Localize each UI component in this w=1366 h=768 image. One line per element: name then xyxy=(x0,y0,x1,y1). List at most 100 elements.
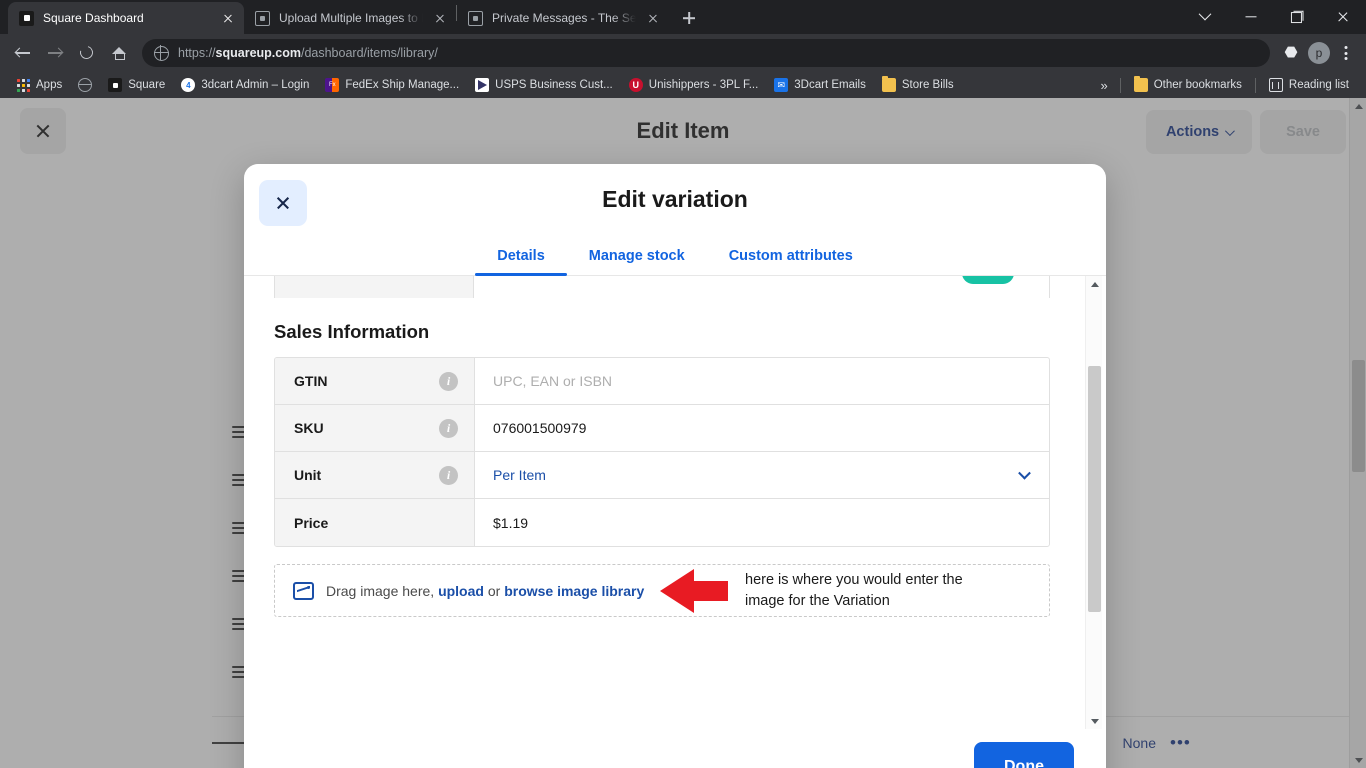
edit-variation-modal: Edit variation Details Manage stock Cust… xyxy=(244,164,1106,768)
field-label-cell: GTIN i xyxy=(275,358,475,404)
dropzone-text: Drag image here, upload or browse image … xyxy=(326,583,644,599)
partial-row-label-cell xyxy=(274,276,474,298)
address-bar[interactable]: https://squareup.com/dashboard/items/lib… xyxy=(142,39,1270,67)
square-favicon xyxy=(19,10,34,26)
field-label-cell: Unit i xyxy=(275,452,475,498)
reading-list-icon xyxy=(1268,78,1283,92)
forward-arrow-icon[interactable] xyxy=(40,38,70,68)
field-row-sku: SKU i 076001500979 xyxy=(275,405,1049,452)
bookmark-3dcart-admin[interactable]: 4 3dcart Admin – Login xyxy=(173,74,317,96)
puzzle-icon[interactable] xyxy=(1278,40,1304,66)
info-icon[interactable]: i xyxy=(439,371,458,391)
red-left-arrow-icon xyxy=(660,568,728,613)
url-scheme: https:// xyxy=(178,46,216,60)
browser-tab-3[interactable]: Private Messages - The Seller Co xyxy=(457,2,669,34)
partial-row-above xyxy=(274,276,1050,298)
tab-close-icon[interactable] xyxy=(645,10,661,26)
browser-window: Square Dashboard Upload Multiple Images … xyxy=(0,0,1366,768)
bookmarks-divider xyxy=(1119,77,1121,93)
bookmarks-overflow-button[interactable]: » xyxy=(1093,78,1114,93)
bookmark-usps[interactable]: USPS Business Cust... xyxy=(467,74,621,96)
new-tab-button[interactable] xyxy=(675,4,703,32)
scroll-up-arrow-icon[interactable] xyxy=(1086,276,1103,293)
dropzone-middle: or xyxy=(483,582,505,599)
gtin-input[interactable]: UPC, EAN or ISBN xyxy=(475,358,1049,404)
tab-search-chevron-icon[interactable] xyxy=(1182,0,1228,34)
reading-list-label: Reading list xyxy=(1288,79,1349,91)
bookmarks-bar-right: » Other bookmarks Reading list xyxy=(1093,74,1357,96)
minimize-icon[interactable] xyxy=(1228,0,1274,34)
apps-grid-icon xyxy=(17,78,30,92)
reading-list-button[interactable]: Reading list xyxy=(1261,74,1357,96)
folder-icon xyxy=(1133,76,1148,92)
bookmark-3dcart-emails[interactable]: ✉ 3Dcart Emails xyxy=(766,74,874,96)
bookmark-store-bills[interactable]: Store Bills xyxy=(874,74,962,96)
toggle-switch[interactable] xyxy=(962,276,1014,284)
bookmark-unishippers[interactable]: U Unishippers - 3PL F... xyxy=(621,74,767,96)
back-arrow-icon[interactable] xyxy=(8,38,38,68)
tab-details[interactable]: Details xyxy=(475,248,567,276)
browser-tab-2[interactable]: Upload Multiple Images to Items xyxy=(244,2,456,34)
sku-input[interactable]: 076001500979 xyxy=(475,405,1049,451)
info-icon[interactable]: i xyxy=(439,418,458,438)
tab-close-icon[interactable] xyxy=(432,10,448,26)
tab-close-icon[interactable] xyxy=(220,10,236,26)
tab-custom-attributes[interactable]: Custom attributes xyxy=(707,248,875,275)
upload-link[interactable]: upload xyxy=(438,583,484,599)
bookmark-square[interactable]: Square xyxy=(100,74,173,96)
section-title: Sales Information xyxy=(274,321,430,342)
unit-select[interactable]: Per Item xyxy=(475,452,1049,498)
bookmark-globe[interactable] xyxy=(70,74,100,96)
price-input[interactable]: $1.19 xyxy=(475,499,1049,546)
generic-favicon xyxy=(255,10,270,26)
avatar[interactable]: p xyxy=(1308,42,1330,64)
modal-scroll-area: Sales Information GTIN i UPC, EAN or ISB… xyxy=(244,276,1080,729)
tab-strip: Square Dashboard Upload Multiple Images … xyxy=(0,0,1366,34)
modal-header: Edit variation Details Manage stock Cust… xyxy=(244,164,1106,276)
field-label-cell: Price xyxy=(275,499,475,546)
home-icon[interactable] xyxy=(104,38,134,68)
url-path: /dashboard/items/library/ xyxy=(300,46,438,60)
modal-scrollbar-thumb[interactable] xyxy=(1088,366,1101,612)
browser-toolbar: https://squareup.com/dashboard/items/lib… xyxy=(0,34,1366,72)
globe-icon xyxy=(77,78,93,92)
folder-icon xyxy=(881,76,896,92)
tab-title: Square Dashboard xyxy=(43,11,144,25)
bookmark-label: FedEx Ship Manage... xyxy=(345,79,460,91)
modal-tabs: Details Manage stock Custom attributes xyxy=(244,248,1106,276)
modal-body: Sales Information GTIN i UPC, EAN or ISB… xyxy=(244,276,1106,729)
page-viewport: Edit Item Actions Save None ••• Edit var… xyxy=(0,98,1366,768)
modal-scrollbar[interactable] xyxy=(1085,276,1102,729)
tab-manage-stock[interactable]: Manage stock xyxy=(567,248,707,275)
square-icon xyxy=(108,78,123,92)
field-row-unit: Unit i Per Item xyxy=(275,452,1049,499)
unit-select-value: Per Item xyxy=(493,467,546,483)
site-info-globe-icon[interactable] xyxy=(153,45,169,61)
other-bookmarks-button[interactable]: Other bookmarks xyxy=(1126,74,1250,96)
image-dropzone[interactable]: Drag image here, upload or browse image … xyxy=(274,564,1050,617)
done-button[interactable]: Done xyxy=(974,742,1074,768)
bookmark-label: 3Dcart Emails xyxy=(794,79,866,91)
browser-tab-1[interactable]: Square Dashboard xyxy=(8,2,244,34)
url-text: https://squareup.com/dashboard/items/lib… xyxy=(178,46,438,60)
modal-title: Edit variation xyxy=(602,186,748,212)
scroll-down-arrow-icon[interactable] xyxy=(1086,712,1103,729)
bookmark-label: 3dcart Admin – Login xyxy=(201,79,310,91)
maximize-icon[interactable] xyxy=(1274,0,1320,34)
info-icon[interactable]: i xyxy=(439,465,458,485)
sales-information-fields: GTIN i UPC, EAN or ISBN SKU i 0760015009… xyxy=(274,357,1050,547)
field-label: GTIN xyxy=(294,373,328,389)
bookmark-label: Unishippers - 3PL F... xyxy=(648,79,759,91)
bookmark-label: USPS Business Cust... xyxy=(495,79,613,91)
bookmark-fedex[interactable]: Fx FedEx Ship Manage... xyxy=(317,74,467,96)
close-window-icon[interactable] xyxy=(1320,0,1366,34)
bookmark-label: Apps xyxy=(36,79,63,91)
browse-image-library-link[interactable]: browse image library xyxy=(504,583,644,599)
3dcart-icon: 4 xyxy=(181,78,196,92)
mail-icon: ✉ xyxy=(774,78,789,92)
three-dot-menu-icon[interactable] xyxy=(1334,40,1358,66)
bookmark-apps[interactable]: Apps xyxy=(9,74,70,96)
usps-icon xyxy=(475,78,490,92)
window-controls xyxy=(1182,0,1366,34)
reload-icon[interactable] xyxy=(72,38,102,68)
